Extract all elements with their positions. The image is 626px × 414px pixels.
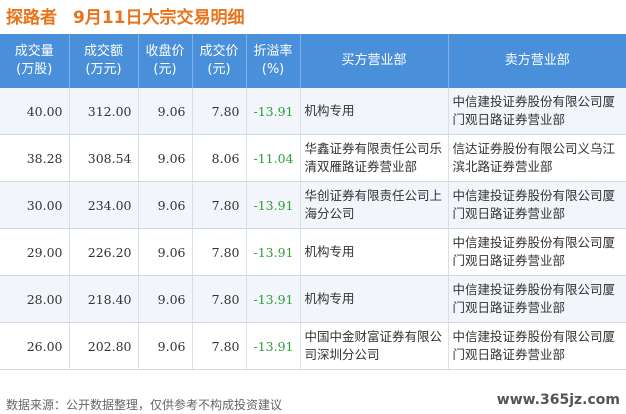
table-header-row: 成交量 (万股) 成交额 (万元) 收盘价 (元) 成交价 (元) 折溢率 (%) 买方营… <box>0 34 626 88</box>
table-row: 40.00 312.00 9.06 7.80 -13.91 机构专用 中信建投证… <box>0 88 626 135</box>
cell-volume: 29.00 <box>0 228 70 276</box>
cell-volume: 26.00 <box>0 322 70 370</box>
cell-volume: 38.28 <box>0 134 70 182</box>
cell-buyer: 机构专用 <box>300 275 449 323</box>
cell-buyer: 华鑫证券有限责任公司乐清双雁路证券营业部 <box>300 134 449 182</box>
cell-buyer: 中国中金财富证券有限公司深圳分公司 <box>300 322 449 370</box>
cell-seller: 中信建投证券股份有限公司厦门观日路证券营业部 <box>448 181 626 229</box>
cell-premium: -11.04 <box>246 134 301 182</box>
cell-volume: 30.00 <box>0 181 70 229</box>
cell-price: 7.80 <box>192 88 247 135</box>
cell-close: 9.06 <box>138 181 193 229</box>
cell-price: 8.06 <box>192 134 247 182</box>
cell-price: 7.80 <box>192 181 247 229</box>
title-text: 9月11日大宗交易明细 <box>73 8 245 28</box>
table-row: 26.00 202.80 9.06 7.80 -13.91 中国中金财富证券有限… <box>0 322 626 370</box>
cell-close: 9.06 <box>138 322 193 370</box>
cell-seller: 信达证券股份有限公司义乌江滨北路证券营业部 <box>448 134 626 182</box>
cell-premium: -13.91 <box>246 322 301 370</box>
cell-buyer: 机构专用 <box>300 228 449 276</box>
col-header-amount: 成交额 (万元) <box>69 34 139 88</box>
cell-close: 9.06 <box>138 88 193 135</box>
col-header-seller: 卖方营业部 <box>448 34 626 88</box>
data-source-note: 数据来源：公开数据整理，仅供参考不构成投资建议 <box>6 398 283 412</box>
cell-amount: 202.80 <box>69 322 139 370</box>
table-row: 29.00 226.20 9.06 7.80 -13.91 机构专用 中信建投证… <box>0 228 626 276</box>
cell-price: 7.80 <box>192 228 247 276</box>
cell-close: 9.06 <box>138 134 193 182</box>
site-watermark: www.365jz.com <box>496 392 620 408</box>
col-header-volume: 成交量 (万股) <box>0 34 70 88</box>
cell-premium: -13.91 <box>246 275 301 323</box>
cell-close: 9.06 <box>138 275 193 323</box>
col-header-buyer: 买方营业部 <box>300 34 449 88</box>
cell-buyer: 华创证券有限责任公司上海分公司 <box>300 181 449 229</box>
col-header-close: 收盘价 (元) <box>138 34 193 88</box>
cell-price: 7.80 <box>192 322 247 370</box>
cell-amount: 308.54 <box>69 134 139 182</box>
cell-price: 7.80 <box>192 275 247 323</box>
col-header-price: 成交价 (元) <box>192 34 247 88</box>
cell-buyer: 机构专用 <box>300 88 449 135</box>
cell-amount: 312.00 <box>69 88 139 135</box>
cell-amount: 234.00 <box>69 181 139 229</box>
cell-seller: 中信建投证券股份有限公司厦门观日路证券营业部 <box>448 228 626 276</box>
table-row: 28.00 218.40 9.06 7.80 -13.91 机构专用 中信建投证… <box>0 275 626 323</box>
cell-premium: -13.91 <box>246 181 301 229</box>
cell-volume: 28.00 <box>0 275 70 323</box>
page-title: 探路者 9月11日大宗交易明细 <box>6 3 245 28</box>
cell-seller: 中信建投证券股份有限公司厦门观日路证券营业部 <box>448 88 626 135</box>
cell-volume: 40.00 <box>0 88 70 135</box>
cell-close: 9.06 <box>138 228 193 276</box>
cell-amount: 226.20 <box>69 228 139 276</box>
cell-seller: 中信建投证券股份有限公司厦门观日路证券营业部 <box>448 275 626 323</box>
col-header-premium: 折溢率 (%) <box>246 34 301 88</box>
cell-seller: 中信建投证券股份有限公司厦门观日路证券营业部 <box>448 322 626 370</box>
block-trade-table: 成交量 (万股) 成交额 (万元) 收盘价 (元) 成交价 (元) 折溢率 (%) 买方营… <box>0 34 626 370</box>
cell-premium: -13.91 <box>246 228 301 276</box>
table-row: 38.28 308.54 9.06 8.06 -11.04 华鑫证券有限责任公司… <box>0 134 626 182</box>
cell-amount: 218.40 <box>69 275 139 323</box>
table-row: 30.00 234.00 9.06 7.80 -13.91 华创证券有限责任公司… <box>0 181 626 229</box>
stock-name: 探路者 <box>6 8 57 28</box>
cell-premium: -13.91 <box>246 88 301 135</box>
